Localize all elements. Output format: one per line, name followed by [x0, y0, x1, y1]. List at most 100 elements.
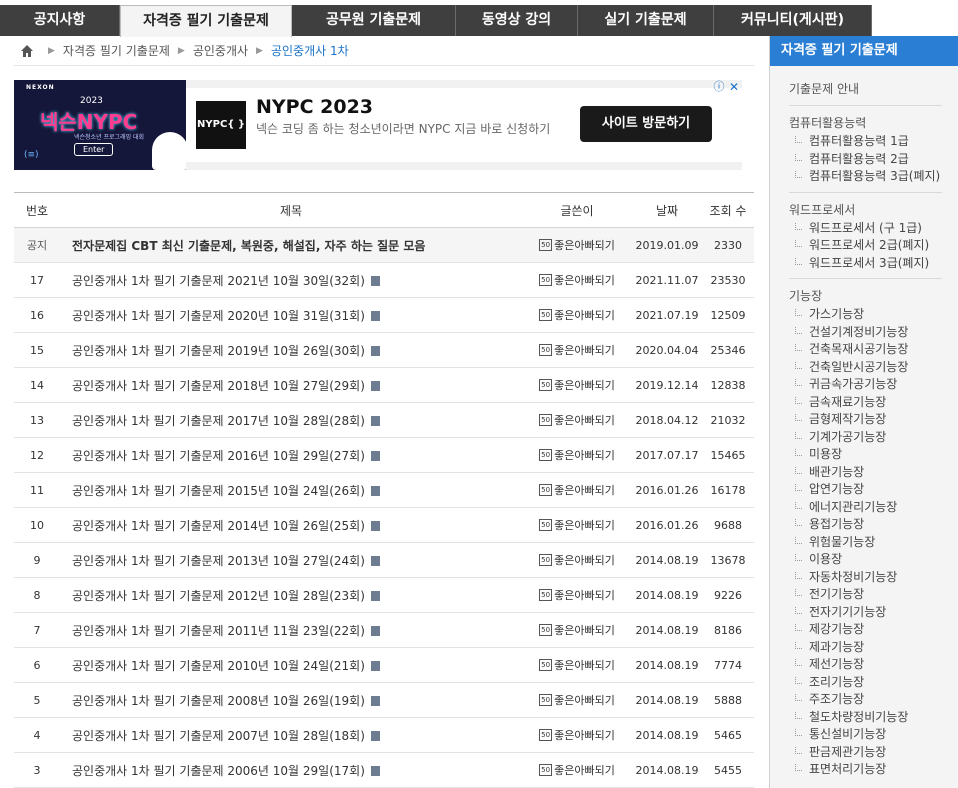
- table-row[interactable]: 15 공인중개사 1차 필기 기출문제 2019년 10월 26일(30회) 50 좋…: [14, 333, 754, 368]
- ad-info-icon[interactable]: ⓘ: [712, 80, 726, 94]
- tab-1[interactable]: 자격증 필기 기출문제: [120, 5, 292, 37]
- sidebar-item[interactable]: 컴퓨터활용능력 2급: [789, 151, 942, 169]
- row-author[interactable]: 50 좋은아빠되기: [522, 727, 632, 743]
- table-row[interactable]: 12 공인중개사 1차 필기 기출문제 2016년 10월 29일(27회) 50 좋…: [14, 438, 754, 473]
- ad-promo-image[interactable]: NEXON 2023 넥슨NYPC 넥슨청소년 프로그래밍 대회 Enter (…: [14, 80, 188, 170]
- sidebar-item[interactable]: 워드프로세서 (구 1급): [789, 220, 942, 238]
- sidebar-item[interactable]: 표면처리기능장: [789, 761, 942, 779]
- sidebar-item[interactable]: 판금제관기능장: [789, 744, 942, 762]
- author-name[interactable]: 좋은아빠되기: [554, 237, 615, 253]
- row-title-text[interactable]: 공인중개사 1차 필기 기출문제 2013년 10월 27일(24회): [72, 554, 365, 568]
- row-title[interactable]: 공인중개사 1차 필기 기출문제 2014년 10월 26일(25회): [60, 517, 522, 534]
- table-row[interactable]: 9 공인중개사 1차 필기 기출문제 2013년 10월 27일(24회) 50 좋은…: [14, 543, 754, 578]
- author-name[interactable]: 좋은아빠되기: [554, 272, 615, 288]
- row-title-text[interactable]: 공인중개사 1차 필기 기출문제 2018년 10월 27일(29회): [72, 379, 365, 393]
- breadcrumb-item-category[interactable]: 자격증 필기 기출문제: [63, 42, 170, 59]
- author-name[interactable]: 좋은아빠되기: [554, 622, 615, 638]
- sidebar-category[interactable]: 컴퓨터활용능력: [789, 108, 942, 133]
- row-author[interactable]: 50 좋은아빠되기: [522, 482, 632, 498]
- author-name[interactable]: 좋은아빠되기: [554, 307, 615, 323]
- author-name[interactable]: 좋은아빠되기: [554, 517, 615, 533]
- row-title[interactable]: 공인중개사 1차 필기 기출문제 2019년 10월 26일(30회): [60, 342, 522, 359]
- breadcrumb-item-current[interactable]: 공인중개사 1차: [271, 42, 349, 59]
- sidebar-item[interactable]: 통신설비기능장: [789, 726, 942, 744]
- author-name[interactable]: 좋은아빠되기: [554, 552, 615, 568]
- ad-title[interactable]: NYPC 2023: [256, 96, 373, 118]
- sidebar-item[interactable]: 용접기능장: [789, 516, 942, 534]
- author-name[interactable]: 좋은아빠되기: [554, 412, 615, 428]
- sidebar-item[interactable]: 주조기능장: [789, 691, 942, 709]
- row-title-text[interactable]: 공인중개사 1차 필기 기출문제 2007년 10월 28일(18회): [72, 729, 365, 743]
- tab-3[interactable]: 동영상 강의: [456, 5, 578, 36]
- row-title[interactable]: 공인중개사 1차 필기 기출문제 2006년 10월 29일(17회): [60, 762, 522, 779]
- notice-row[interactable]: 공지 전자문제집 CBT 최신 기출문제, 복원중, 해설집, 자주 하는 질문…: [14, 228, 754, 263]
- table-row[interactable]: 13 공인중개사 1차 필기 기출문제 2017년 10월 28일(28회) 50 좋…: [14, 403, 754, 438]
- row-title-text[interactable]: 공인중개사 1차 필기 기출문제 2006년 10월 29일(17회): [72, 764, 365, 778]
- author-name[interactable]: 좋은아빠되기: [554, 727, 615, 743]
- tab-5[interactable]: 커뮤니티(게시판): [714, 5, 872, 36]
- sidebar-item[interactable]: 철도차량정비기능장: [789, 709, 942, 727]
- sidebar-item[interactable]: 전자기기기능장: [789, 604, 942, 622]
- breadcrumb-item-subject[interactable]: 공인중개사: [193, 42, 248, 59]
- sidebar-item[interactable]: 금형제작기능장: [789, 411, 942, 429]
- sidebar-item[interactable]: 금속재료기능장: [789, 394, 942, 412]
- author-name[interactable]: 좋은아빠되기: [554, 587, 615, 603]
- row-author[interactable]: 50 좋은아빠되기: [522, 272, 632, 288]
- home-icon[interactable]: [20, 44, 34, 58]
- sidebar-item[interactable]: 조리기능장: [789, 674, 942, 692]
- row-author[interactable]: 50 좋은아빠되기: [522, 342, 632, 358]
- row-title-text[interactable]: 공인중개사 1차 필기 기출문제 2017년 10월 28일(28회): [72, 414, 365, 428]
- row-author[interactable]: 50 좋은아빠되기: [522, 552, 632, 568]
- sidebar-item[interactable]: 전기기능장: [789, 586, 942, 604]
- row-title-text[interactable]: 공인중개사 1차 필기 기출문제 2010년 10월 24일(21회): [72, 659, 365, 673]
- tab-2[interactable]: 공무원 기출문제: [292, 5, 456, 36]
- row-author[interactable]: 50 좋은아빠되기: [522, 517, 632, 533]
- ad-close-icon[interactable]: ✕: [727, 80, 741, 94]
- row-author[interactable]: 50 좋은아빠되기: [522, 587, 632, 603]
- row-title[interactable]: 공인중개사 1차 필기 기출문제 2020년 10월 31일(31회): [60, 307, 522, 324]
- sidebar-item[interactable]: 귀금속가공기능장: [789, 376, 942, 394]
- table-row[interactable]: 7 공인중개사 1차 필기 기출문제 2011년 11월 23일(22회) 50 좋은…: [14, 613, 754, 648]
- row-title-text[interactable]: 공인중개사 1차 필기 기출문제 2019년 10월 26일(30회): [72, 344, 365, 358]
- sidebar-item[interactable]: 건축일반시공기능장: [789, 359, 942, 377]
- table-row[interactable]: 3 공인중개사 1차 필기 기출문제 2006년 10월 29일(17회) 50 좋은…: [14, 753, 754, 788]
- row-title-text[interactable]: 공인중개사 1차 필기 기출문제 2021년 10월 30일(32회): [72, 274, 365, 288]
- sidebar-item[interactable]: 위험물기능장: [789, 534, 942, 552]
- row-title[interactable]: 공인중개사 1차 필기 기출문제 2013년 10월 27일(24회): [60, 552, 522, 569]
- row-title-text[interactable]: 공인중개사 1차 필기 기출문제 2020년 10월 31일(31회): [72, 309, 365, 323]
- sidebar-item[interactable]: 제과기능장: [789, 639, 942, 657]
- sidebar-item[interactable]: 워드프로세서 3급(폐지): [789, 255, 942, 273]
- row-title[interactable]: 공인중개사 1차 필기 기출문제 2016년 10월 29일(27회): [60, 447, 522, 464]
- row-author[interactable]: 50 좋은아빠되기: [522, 762, 632, 778]
- row-title[interactable]: 공인중개사 1차 필기 기출문제 2015년 10월 24일(26회): [60, 482, 522, 499]
- sidebar-item[interactable]: 에너지관리기능장: [789, 499, 942, 517]
- table-row[interactable]: 4 공인중개사 1차 필기 기출문제 2007년 10월 28일(18회) 50 좋은…: [14, 718, 754, 753]
- table-row[interactable]: 5 공인중개사 1차 필기 기출문제 2008년 10월 26일(19회) 50 좋은…: [14, 683, 754, 718]
- sidebar-category[interactable]: 기능장: [789, 281, 942, 306]
- row-title[interactable]: 공인중개사 1차 필기 기출문제 2018년 10월 27일(29회): [60, 377, 522, 394]
- author-name[interactable]: 좋은아빠되기: [554, 377, 615, 393]
- row-author[interactable]: 50 좋은아빠되기: [522, 447, 632, 463]
- sidebar-item[interactable]: 제강기능장: [789, 621, 942, 639]
- row-author[interactable]: 50 좋은아빠되기: [522, 307, 632, 323]
- sidebar-item[interactable]: 배관기능장: [789, 464, 942, 482]
- table-row[interactable]: 10 공인중개사 1차 필기 기출문제 2014년 10월 26일(25회) 50 좋…: [14, 508, 754, 543]
- advertisement-banner[interactable]: NEXON 2023 넥슨NYPC 넥슨청소년 프로그래밍 대회 Enter (…: [14, 80, 742, 170]
- row-title-text[interactable]: 공인중개사 1차 필기 기출문제 2015년 10월 24일(26회): [72, 484, 365, 498]
- sidebar-item[interactable]: 컴퓨터활용능력 1급: [789, 133, 942, 151]
- table-row[interactable]: 14 공인중개사 1차 필기 기출문제 2018년 10월 27일(29회) 50 좋…: [14, 368, 754, 403]
- row-title-text[interactable]: 공인중개사 1차 필기 기출문제 2008년 10월 26일(19회): [72, 694, 365, 708]
- sidebar-item[interactable]: 기계가공기능장: [789, 429, 942, 447]
- row-title-text[interactable]: 공인중개사 1차 필기 기출문제 2011년 11월 23일(22회): [72, 624, 365, 638]
- row-title[interactable]: 공인중개사 1차 필기 기출문제 2008년 10월 26일(19회): [60, 692, 522, 709]
- notice-author[interactable]: 50 좋은아빠되기: [522, 237, 632, 253]
- row-author[interactable]: 50 좋은아빠되기: [522, 412, 632, 428]
- row-author[interactable]: 50 좋은아빠되기: [522, 377, 632, 393]
- table-row[interactable]: 11 공인중개사 1차 필기 기출문제 2015년 10월 24일(26회) 50 좋…: [14, 473, 754, 508]
- row-title[interactable]: 공인중개사 1차 필기 기출문제 2021년 10월 30일(32회): [60, 272, 522, 289]
- row-title-text[interactable]: 공인중개사 1차 필기 기출문제 2016년 10월 29일(27회): [72, 449, 365, 463]
- tab-4[interactable]: 실기 기출문제: [578, 5, 714, 36]
- sidebar-item[interactable]: 자동차정비기능장: [789, 569, 942, 587]
- sidebar-category[interactable]: 워드프로세서: [789, 195, 942, 220]
- row-author[interactable]: 50 좋은아빠되기: [522, 657, 632, 673]
